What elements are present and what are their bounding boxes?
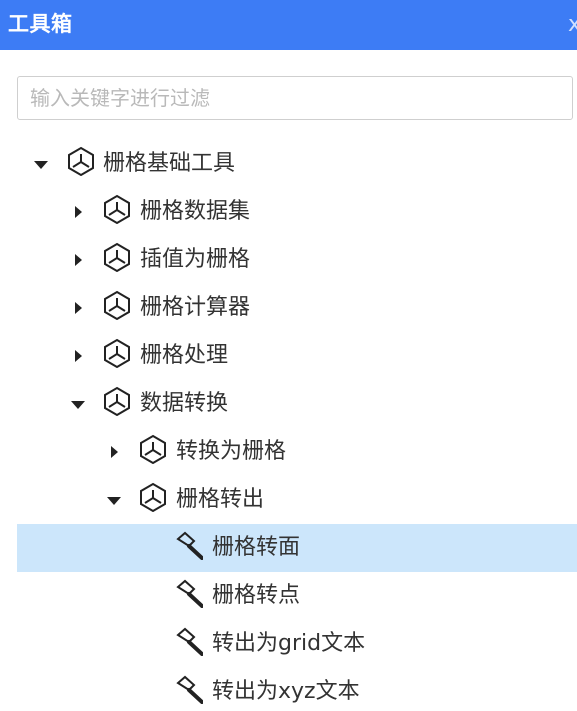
cube-icon [140, 434, 166, 464]
hammer-icon [176, 627, 203, 656]
tree-node-raster-calculator[interactable]: 栅格计算器 [17, 284, 577, 332]
hammer-icon [176, 531, 203, 560]
search-input[interactable] [17, 76, 573, 120]
cube-icon [104, 386, 130, 416]
cube-icon [140, 482, 166, 512]
tool-label: 转出为xyz文本 [212, 679, 360, 704]
tree-node-raster-processing[interactable]: 栅格处理 [17, 332, 577, 380]
tree-node-interpolate-to-raster[interactable]: 插值为栅格 [17, 236, 577, 284]
panel-title: 工具箱 [8, 12, 73, 36]
tree-node-label: 栅格处理 [140, 343, 229, 368]
expand-arrow-icon[interactable] [107, 497, 121, 505]
title-bar: 工具箱 x [0, 0, 577, 50]
cube-icon [104, 194, 130, 224]
tree-node-label: 转换为栅格 [176, 439, 287, 464]
hammer-icon [176, 579, 203, 608]
collapse-arrow-icon[interactable] [75, 350, 82, 362]
tree-node-convert-to-raster[interactable]: 转换为栅格 [17, 428, 577, 476]
tool-label: 转出为grid文本 [212, 631, 366, 656]
cube-icon [104, 338, 130, 368]
collapse-arrow-icon[interactable] [111, 446, 118, 458]
tree-node-label: 栅格转出 [176, 487, 265, 512]
tool-label: 栅格转面 [212, 535, 301, 560]
close-icon[interactable]: x [568, 12, 577, 38]
tree-node-label: 栅格基础工具 [103, 151, 236, 176]
tool-raster-to-point[interactable]: 栅格转点 [17, 572, 577, 620]
cube-icon [68, 146, 94, 176]
tool-export-xyz-text[interactable]: 转出为xyz文本 [17, 668, 577, 711]
tree-node-label: 插值为栅格 [140, 247, 251, 272]
cube-icon [104, 242, 130, 272]
collapse-arrow-icon[interactable] [75, 302, 82, 314]
expand-arrow-icon[interactable] [71, 401, 85, 409]
tree-node-label: 栅格计算器 [140, 295, 251, 320]
hammer-icon [176, 675, 203, 704]
tool-export-grid-text[interactable]: 转出为grid文本 [17, 620, 577, 668]
collapse-arrow-icon[interactable] [75, 206, 82, 218]
cube-icon [104, 290, 130, 320]
toolbox-panel: 工具箱 x 栅格基础工具 栅格数据集 [0, 0, 577, 711]
tree-node-raster-basic-tools[interactable]: 栅格基础工具 [17, 140, 577, 188]
expand-arrow-icon[interactable] [34, 161, 48, 169]
collapse-arrow-icon[interactable] [75, 254, 82, 266]
tree-node-raster-export[interactable]: 栅格转出 [17, 476, 577, 524]
tree-node-label: 数据转换 [140, 391, 229, 416]
tool-raster-to-polygon[interactable]: 栅格转面 [17, 524, 577, 572]
tree-node-raster-dataset[interactable]: 栅格数据集 [17, 188, 577, 236]
tree-node-label: 栅格数据集 [140, 199, 251, 224]
tool-label: 栅格转点 [212, 583, 301, 608]
tree-node-data-conversion[interactable]: 数据转换 [17, 380, 577, 428]
